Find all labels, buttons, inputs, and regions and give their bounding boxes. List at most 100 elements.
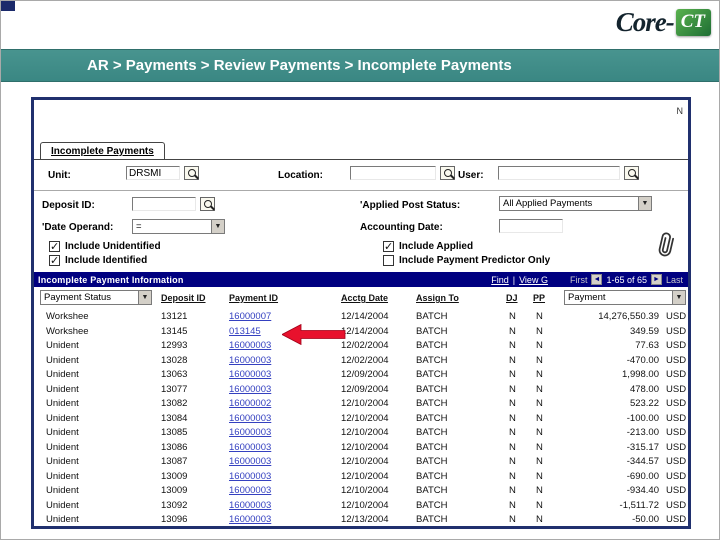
tab-incomplete-payments[interactable]: Incomplete Payments: [40, 142, 165, 160]
acctg-date-cell: 12/10/2004: [341, 398, 389, 409]
payment-id-link[interactable]: 16000003: [229, 355, 271, 366]
payment-id-link[interactable]: 013145: [229, 326, 261, 337]
amount-cell: -100.00: [626, 412, 659, 424]
payment-id-link[interactable]: 16000003: [229, 514, 271, 525]
location-lookup-icon[interactable]: [440, 166, 455, 180]
currency-cell: USD: [666, 340, 687, 351]
first-link[interactable]: First: [570, 275, 588, 285]
acctg-date-cell: 12/10/2004: [341, 456, 389, 467]
payment-status-cell: Unident: [46, 441, 79, 453]
table-row: Unident 13087 16000003 12/10/2004 BATCH N N -34…: [34, 455, 688, 470]
view-link[interactable]: View G: [519, 275, 548, 285]
pp-cell: N: [536, 514, 543, 525]
include-applied-checkbox[interactable]: [383, 240, 394, 253]
payment-id-link[interactable]: 16000003: [229, 456, 271, 467]
payment-id-link[interactable]: 16000003: [229, 384, 271, 395]
assign-to-cell: BATCH: [416, 427, 448, 438]
payment-filter-select[interactable]: Payment ▼: [564, 290, 686, 305]
include-payment-predictor-label: Include Payment Predictor Only: [399, 255, 551, 266]
payment-id-link[interactable]: 16000003: [229, 485, 271, 496]
amount-cell: 14,276,550.39: [598, 311, 659, 322]
currency-cell: USD: [666, 383, 687, 395]
table-row: Unident 13009 16000003 12/10/2004 BATCH N N -93…: [34, 484, 688, 499]
deposit-id-input[interactable]: [132, 197, 196, 211]
payment-status-cell: Unident: [46, 369, 79, 380]
dj-cell: N: [509, 398, 516, 409]
table-row: Unident 13009 16000003 12/10/2004 BATCH N N -69…: [34, 470, 688, 485]
dj-cell: N: [509, 412, 516, 424]
payment-status-cell: Unident: [46, 383, 79, 395]
payment-id-link[interactable]: 16000003: [229, 369, 271, 380]
column-payment-id[interactable]: Payment ID: [229, 293, 278, 303]
column-deposit-id[interactable]: Deposit ID: [161, 293, 206, 303]
include-identified-checkbox[interactable]: [49, 254, 60, 267]
column-dj[interactable]: DJ: [506, 293, 518, 303]
pp-cell: N: [536, 398, 543, 409]
assign-to-cell: BATCH: [416, 369, 448, 380]
amount-cell: 1,998.00: [622, 369, 659, 380]
accounting-date-input[interactable]: [499, 219, 563, 233]
dj-cell: N: [509, 311, 516, 322]
amount-cell: -344.57: [626, 456, 659, 467]
payment-id-link[interactable]: 16000003: [229, 427, 271, 438]
date-operand-select[interactable]: = ▼: [132, 219, 225, 234]
payment-id-link[interactable]: 16000003: [229, 340, 271, 351]
location-input[interactable]: [350, 166, 436, 180]
amount-cell: -934.40: [626, 485, 659, 496]
amount-cell: -1,511.72: [619, 499, 659, 511]
find-link[interactable]: Find: [491, 275, 509, 285]
user-lookup-icon[interactable]: [624, 166, 639, 180]
payment-id-link[interactable]: 16000003: [229, 413, 271, 424]
dj-cell: N: [509, 514, 516, 525]
payment-id-link[interactable]: 16000003: [229, 500, 271, 511]
acctg-date-cell: 12/10/2004: [341, 441, 389, 453]
table-row: Unident 13077 16000003 12/09/2004 BATCH N N 478…: [34, 383, 688, 398]
acctg-date-cell: 12/10/2004: [341, 427, 389, 438]
include-unidentified-checkbox[interactable]: [49, 240, 60, 253]
chevron-down-icon[interactable]: ▼: [638, 197, 651, 210]
include-payment-predictor-checkbox[interactable]: [383, 255, 394, 266]
chevron-down-icon[interactable]: ▼: [672, 291, 685, 304]
paperclip-icon[interactable]: [647, 227, 683, 263]
amount-cell: -315.17: [626, 441, 659, 453]
currency-cell: USD: [666, 325, 687, 337]
deposit-id-cell: 13145: [161, 325, 188, 337]
payment-status-cell: Unident: [46, 354, 79, 366]
payment-status-cell: Unident: [46, 412, 79, 424]
currency-cell: USD: [666, 470, 687, 482]
dj-cell: N: [509, 427, 516, 438]
column-acctg-date[interactable]: Acctg Date: [341, 293, 388, 303]
grid-title-bar: Incomplete Payment Information Find | Vi…: [34, 272, 688, 287]
acctg-date-cell: 12/14/2004: [341, 311, 389, 322]
amount-cell: -50.00: [632, 514, 659, 525]
payment-id-link[interactable]: 16000007: [229, 311, 271, 322]
assign-to-cell: BATCH: [416, 325, 448, 337]
payment-id-link[interactable]: 16000003: [229, 471, 271, 482]
payment-status-cell: Unident: [46, 485, 79, 496]
include-applied-label: Include Applied: [399, 241, 474, 252]
pp-cell: N: [536, 427, 543, 438]
prev-page-icon[interactable]: ◄: [591, 274, 603, 285]
column-assign-to[interactable]: Assign To: [416, 293, 459, 303]
unit-lookup-icon[interactable]: [184, 166, 199, 180]
chevron-down-icon[interactable]: ▼: [211, 220, 224, 233]
pp-cell: N: [536, 325, 543, 337]
pp-cell: N: [536, 412, 543, 424]
deposit-id-lookup-icon[interactable]: [200, 197, 215, 211]
unit-input[interactable]: [126, 166, 180, 180]
amount-cell: 77.63: [635, 340, 659, 351]
deposit-id-cell: 13085: [161, 427, 188, 438]
table-row: Unident 13028 16000003 12/02/2004 BATCH N N -47…: [34, 354, 688, 369]
payment-status-filter-select[interactable]: Payment Status ▼: [40, 290, 152, 305]
dj-cell: N: [509, 354, 516, 366]
chevron-down-icon[interactable]: ▼: [138, 291, 151, 304]
next-page-icon[interactable]: ►: [650, 274, 662, 285]
date-operand-label: 'Date Operand:: [42, 222, 114, 233]
payment-id-link[interactable]: 16000003: [229, 442, 271, 453]
payment-id-link[interactable]: 16000002: [229, 398, 271, 409]
user-input[interactable]: [498, 166, 620, 180]
last-link[interactable]: Last: [666, 275, 683, 285]
breadcrumb: AR > Payments > Review Payments > Incomp…: [87, 57, 512, 74]
column-pp[interactable]: PP: [533, 293, 545, 303]
applied-post-status-select[interactable]: All Applied Payments ▼: [499, 196, 652, 211]
